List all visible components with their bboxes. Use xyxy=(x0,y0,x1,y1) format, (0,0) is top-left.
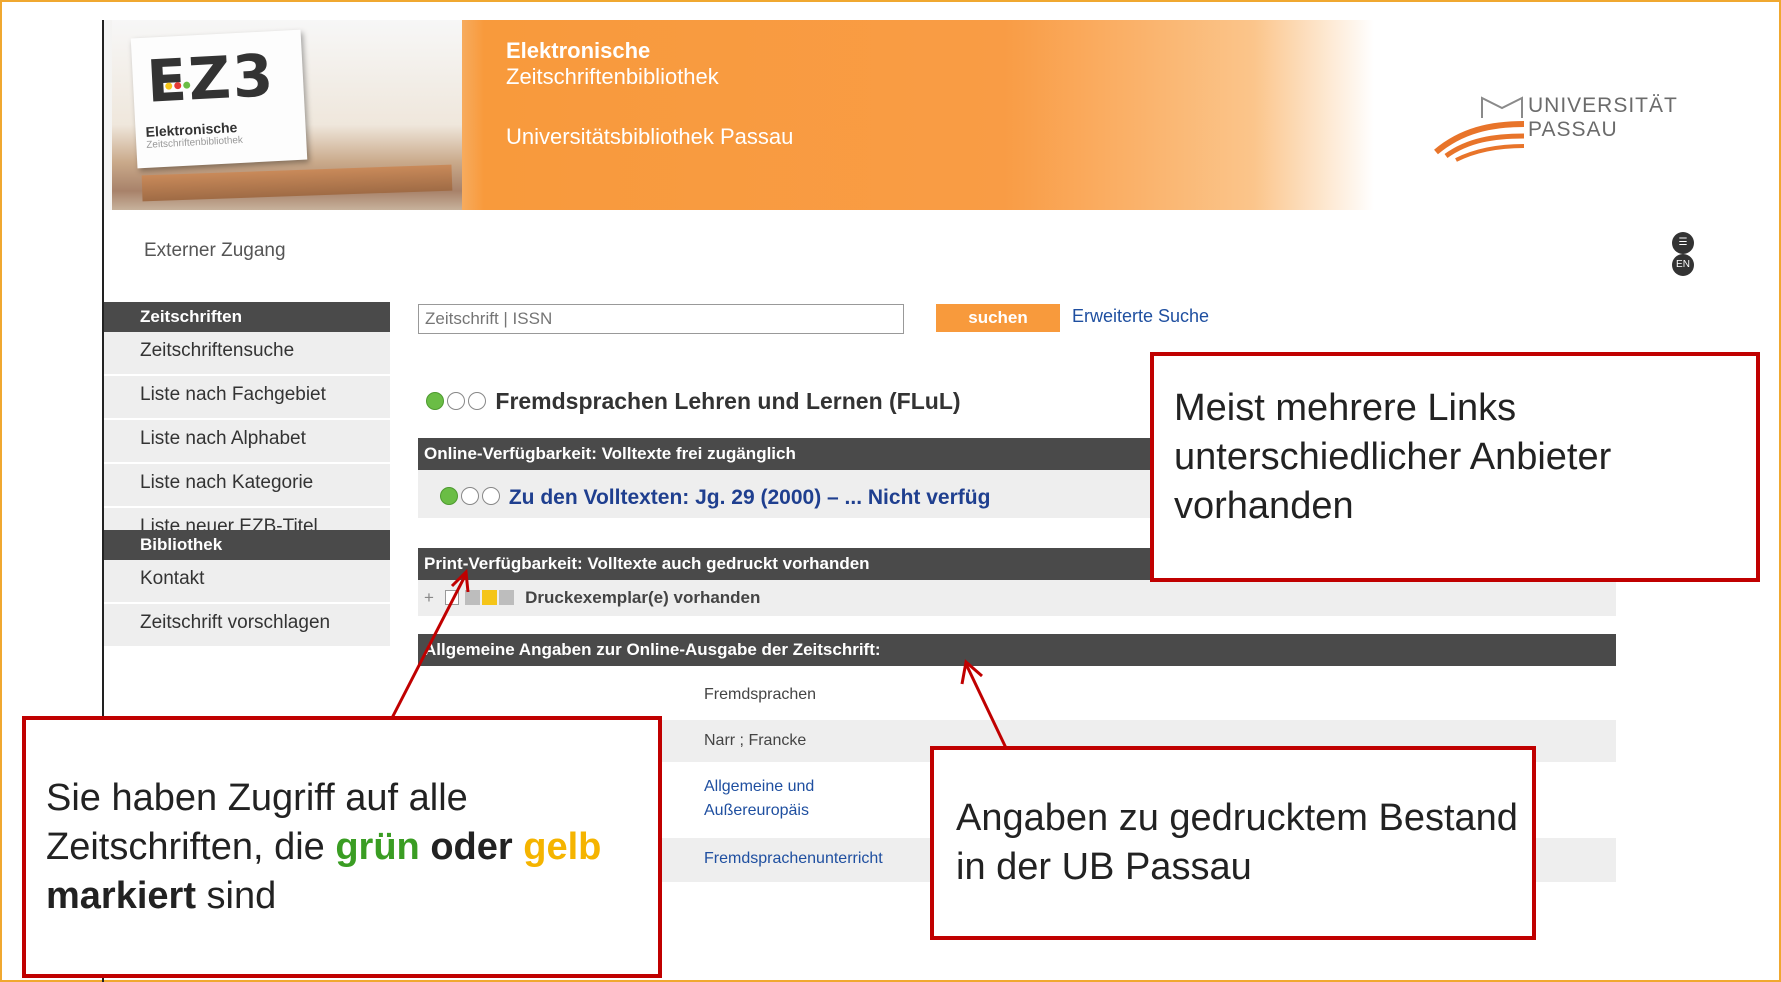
callout-access-info: Sie haben Zugriff auf alle Zeitschriften… xyxy=(22,716,662,978)
callout-access-tail: sind xyxy=(195,875,277,917)
callout-marked-word: markiert xyxy=(46,875,196,917)
callout-multiple-links: Meist mehrere Links unterschiedlicher An… xyxy=(1150,352,1760,582)
callout-or-word: oder xyxy=(419,826,524,868)
callout-yellow-word: gelb xyxy=(523,826,602,868)
callout-green-word: grün xyxy=(335,826,420,868)
arrow-head xyxy=(960,659,983,685)
arrow-to-print xyxy=(964,663,1008,749)
arrow-head xyxy=(450,568,470,593)
callout-multiple-links-text: Meist mehrere Links unterschiedlicher An… xyxy=(1174,387,1612,527)
arrow-to-fulltext xyxy=(390,573,468,719)
callout-print-holdings: Angaben zu gedrucktem Bestand in der UB … xyxy=(930,746,1536,940)
callout-print-text: Angaben zu gedrucktem Bestand in der UB … xyxy=(956,797,1518,888)
